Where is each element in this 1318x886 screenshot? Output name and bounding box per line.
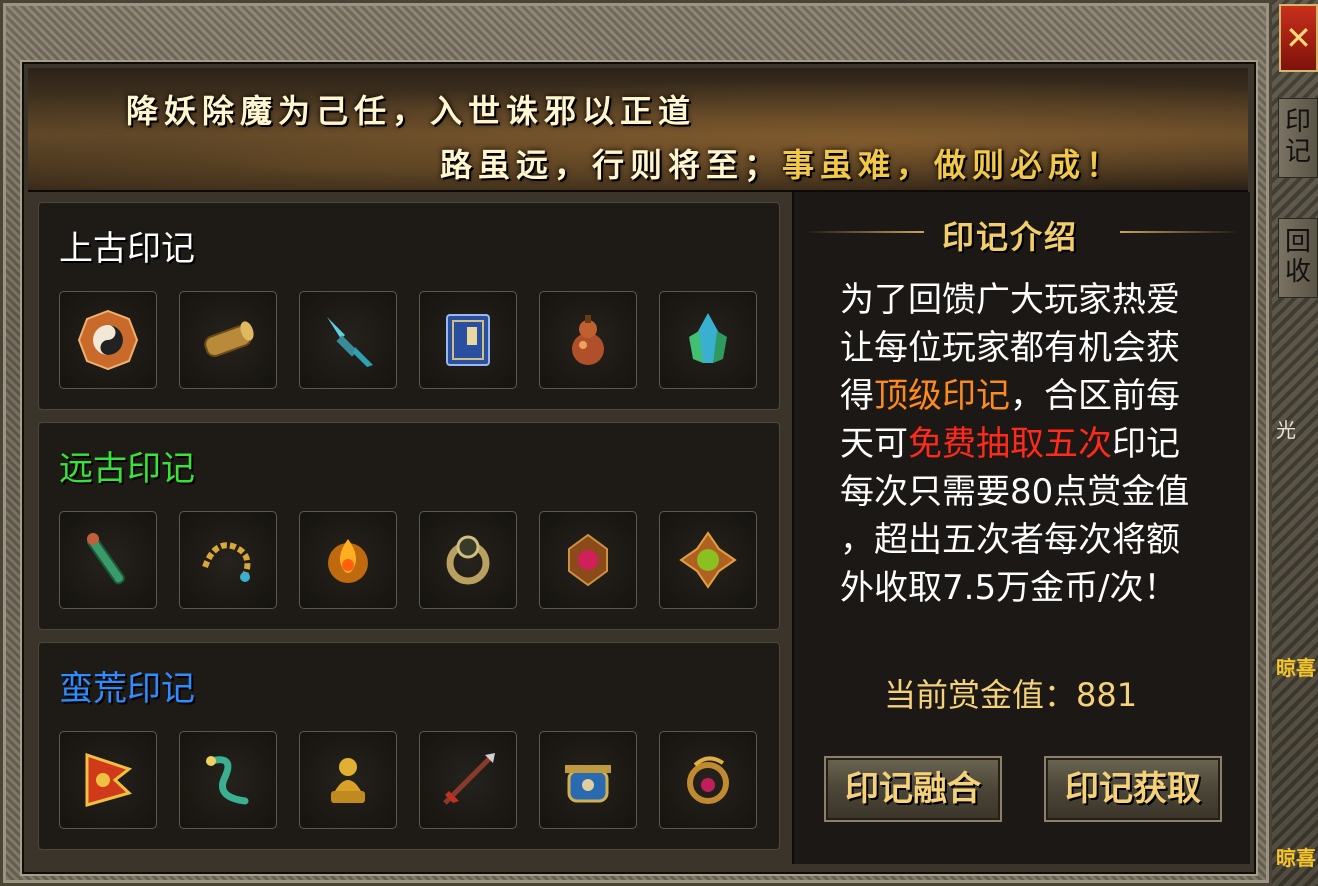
item-slot[interactable] [659,731,757,829]
gourd-icon [572,315,604,365]
intro-line: 外收取7.5万金币/次！ [840,568,1178,608]
close-icon: ✕ [1285,19,1312,57]
intro-text-part: 天可 [840,424,908,464]
banner-line-1: 降妖除魔为己任，入世诛邪以正道 [126,92,697,130]
intro-line: ，超出五次者每次将额 [840,520,1180,560]
group-title: 远古印记 [59,449,195,489]
item-slot[interactable] [299,511,397,609]
item-slot[interactable] [659,291,757,389]
item-slot[interactable] [299,731,397,829]
tab-recycle-label: 回收 [1284,227,1311,287]
cauldron-icon [565,765,611,803]
intro-line: 为了回馈广大玩家热爱 [840,280,1180,320]
intro-line: 让每位玩家都有机会获 [840,328,1180,368]
intro-text-part: 得 [840,376,874,416]
dagger-icon [327,317,373,367]
obtain-mark-button[interactable]: 印记获取 [1044,756,1222,822]
side-fragment-text: 光 [1276,418,1296,442]
bagua-icon [77,309,139,371]
item-slot[interactable] [659,511,757,609]
item-slot[interactable] [59,731,157,829]
item-slot[interactable] [179,731,277,829]
side-fragment-text: 晾喜 [1276,846,1316,870]
item-slot[interactable] [539,511,637,609]
group-remote-ancient: 远古印记 [38,422,780,630]
serpent-icon [206,756,249,805]
intro-text-part: 印记 [1112,424,1180,464]
dragon-ring-icon [687,756,729,804]
item-slot[interactable] [539,291,637,389]
intro-line: 每次只需要80点赏金值 [840,472,1190,512]
peridot-emblem-icon [679,531,737,589]
banner-line-2a: 路虽远，行则将至； [440,146,783,184]
header-divider [1120,231,1240,233]
highlight-free-draw: 免费抽取五次 [908,424,1112,464]
item-slot[interactable] [299,291,397,389]
group-title: 蛮荒印记 [59,669,195,709]
crystal-icon [689,313,727,363]
book-icon [446,314,490,366]
banner-line-2: 路虽远，行则将至；事虽难，做则必成！ [440,140,1124,186]
close-button[interactable]: ✕ [1279,4,1318,72]
tab-mark-label: 印记 [1284,107,1311,167]
buddha-statue-icon [331,758,365,803]
item-slot[interactable] [539,731,637,829]
item-slot[interactable] [419,291,517,389]
flame-emblem-icon [328,539,368,583]
item-slot[interactable] [59,291,157,389]
beads-icon [202,542,251,582]
item-slot[interactable] [59,511,157,609]
intro-text: 为了回馈广大玩家热爱 让每位玩家都有机会获 得顶级印记，合区前每 天可免费抽取五… [840,276,1220,612]
banner: 降妖除魔为己任，入世诛邪以正道 路虽远，行则将至；事虽难，做则必成！ [28,68,1248,192]
jade-staff-icon [86,533,126,585]
tab-mark[interactable]: 印记 [1278,98,1318,178]
highlight-top-mark: 顶级印记 [874,376,1010,416]
group-ancient: 上古印记 [38,202,780,410]
bounty-label: 当前赏金值： [884,676,1077,714]
intro-title: 印记介绍 [942,218,1079,256]
banner-line-2b: 事虽难，做则必成！ [782,146,1125,184]
tab-recycle[interactable]: 回收 [1278,218,1318,298]
item-slot[interactable] [179,291,277,389]
item-slot[interactable] [419,511,517,609]
ruby-emblem-icon [568,533,608,587]
intro-header: 印记介绍 [794,210,1250,256]
group-title: 上古印记 [59,229,195,269]
intro-line: 天可免费抽取五次印记 [840,420,1220,468]
intro-line: 得顶级印记，合区前每 [840,372,1220,420]
ring-icon [446,535,490,585]
item-slot[interactable] [179,511,277,609]
item-slot[interactable] [419,731,517,829]
scroll-icon [204,321,254,358]
group-wild: 蛮荒印记 [38,642,780,850]
banner-flag-icon [85,752,133,807]
side-fragment-text: 晾喜 [1276,656,1316,680]
spear-icon [443,753,495,805]
intro-panel: 印记介绍 为了回馈广大玩家热爱 让每位玩家都有机会获 得顶级印记，合区前每 天可… [792,192,1250,864]
intro-text-part: ，合区前每 [1010,376,1180,416]
bounty-value: 881 [1076,676,1138,714]
fuse-mark-button[interactable]: 印记融合 [824,756,1002,822]
bounty-display: 当前赏金值：881 [884,670,1137,716]
header-divider [804,231,924,233]
